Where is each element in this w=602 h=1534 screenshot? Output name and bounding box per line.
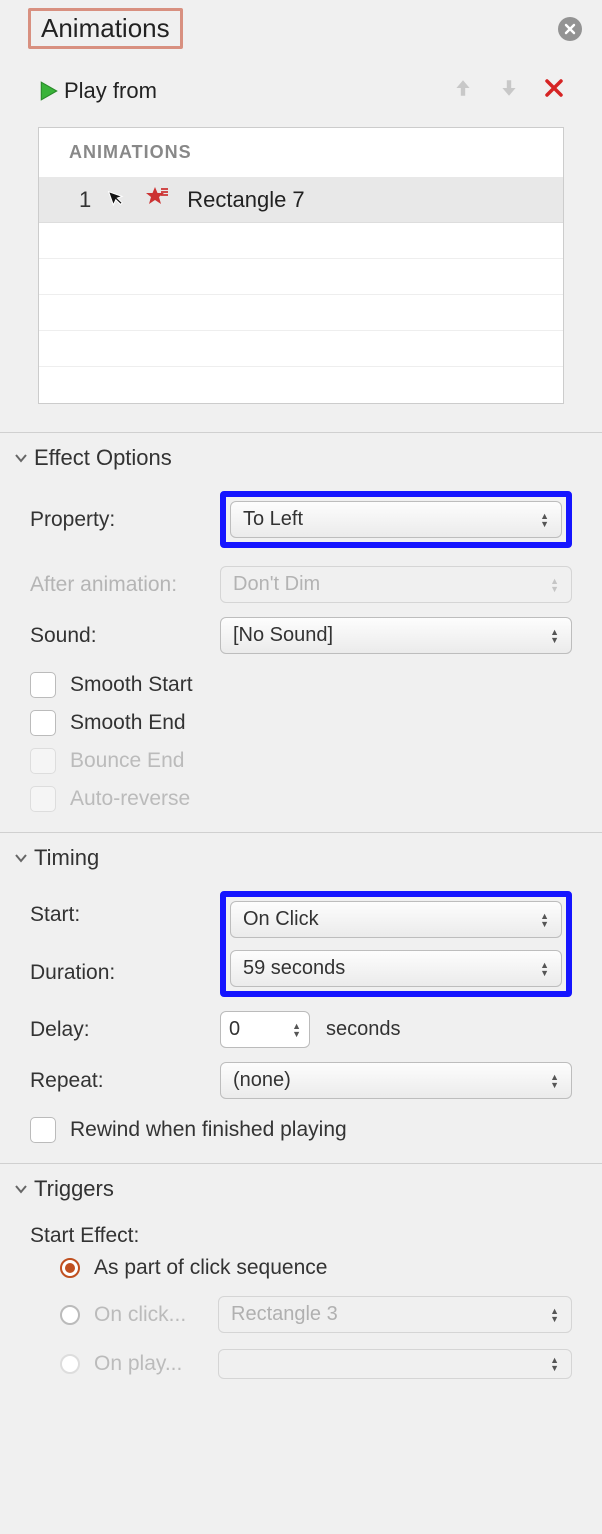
play-from-label[interactable]: Play from [64,78,157,104]
repeat-label: Repeat: [30,1069,220,1093]
on-play-label: On play... [94,1352,204,1376]
stepper-arrows-icon: ▲▼ [292,1022,301,1038]
on-play-radio [60,1354,80,1374]
start-dropdown[interactable]: On Click ▲▼ [230,901,562,938]
start-label: Start: [30,903,220,927]
animations-list[interactable]: ANIMATIONS 1 Rectangle 7 [38,127,564,404]
dropdown-arrows-icon: ▲▼ [550,1356,559,1372]
delay-spinner[interactable]: 0 ▲▼ [220,1011,310,1048]
empty-slot [39,259,563,295]
smooth-start-checkbox[interactable] [30,672,56,698]
rewind-checkbox[interactable] [30,1117,56,1143]
dropdown-arrows-icon: ▲▼ [540,512,549,528]
smooth-start-label: Smooth Start [70,673,193,697]
on-play-target-dropdown: ▲▼ [218,1349,572,1379]
auto-reverse-checkbox [30,786,56,812]
bounce-end-checkbox [30,748,56,774]
dropdown-arrows-icon: ▲▼ [550,628,559,644]
chevron-down-icon [14,1181,28,1197]
dropdown-arrows-icon: ▲▼ [550,1307,559,1323]
move-down-button [498,77,520,105]
smooth-end-label: Smooth End [70,711,186,735]
close-panel-button[interactable] [558,17,582,41]
on-click-target-dropdown: Rectangle 3 ▲▼ [218,1296,572,1333]
duration-label: Duration: [30,961,220,985]
rewind-label: Rewind when finished playing [70,1118,347,1142]
duration-dropdown[interactable]: 59 seconds ▲▼ [230,950,562,987]
click-sequence-radio[interactable] [60,1258,80,1278]
bounce-end-label: Bounce End [70,749,184,773]
sound-label: Sound: [30,624,220,648]
property-label: Property: [30,508,220,532]
auto-reverse-label: Auto-reverse [70,787,190,811]
start-effect-label: Start Effect: [0,1208,602,1248]
after-animation-dropdown: Don't Dim ▲▼ [220,566,572,603]
effect-options-header[interactable]: Effect Options [0,439,602,477]
on-click-label: On click... [94,1303,204,1327]
property-dropdown[interactable]: To Left ▲▼ [230,501,562,538]
smooth-end-checkbox[interactable] [30,710,56,736]
repeat-dropdown[interactable]: (none) ▲▼ [220,1062,572,1099]
dropdown-arrows-icon: ▲▼ [550,577,559,593]
exit-effect-icon [145,186,169,214]
animation-index: 1 [79,187,91,213]
timing-header[interactable]: Timing [0,839,602,877]
move-up-button [452,77,474,105]
empty-slot [39,331,563,367]
chevron-down-icon [14,850,28,866]
dropdown-arrows-icon: ▲▼ [550,1073,559,1089]
delay-label: Delay: [30,1018,220,1042]
delay-unit: seconds [326,1018,401,1041]
after-animation-label: After animation: [30,573,220,597]
empty-slot [39,223,563,259]
chevron-down-icon [14,450,28,466]
dropdown-arrows-icon: ▲▼ [540,912,549,928]
sound-dropdown[interactable]: [No Sound] ▲▼ [220,617,572,654]
panel-title: Animations [28,8,183,49]
dropdown-arrows-icon: ▲▼ [540,961,549,977]
click-sequence-label: As part of click sequence [94,1256,327,1280]
delete-animation-button[interactable] [544,77,564,105]
play-icon[interactable] [38,80,60,102]
animation-object-name: Rectangle 7 [187,187,304,213]
on-click-icon [105,185,131,216]
empty-slot [39,295,563,331]
triggers-header[interactable]: Triggers [0,1170,602,1208]
animations-list-header: ANIMATIONS [39,128,563,178]
empty-slot [39,367,563,403]
on-click-radio[interactable] [60,1305,80,1325]
animation-item[interactable]: 1 Rectangle 7 [39,178,563,223]
